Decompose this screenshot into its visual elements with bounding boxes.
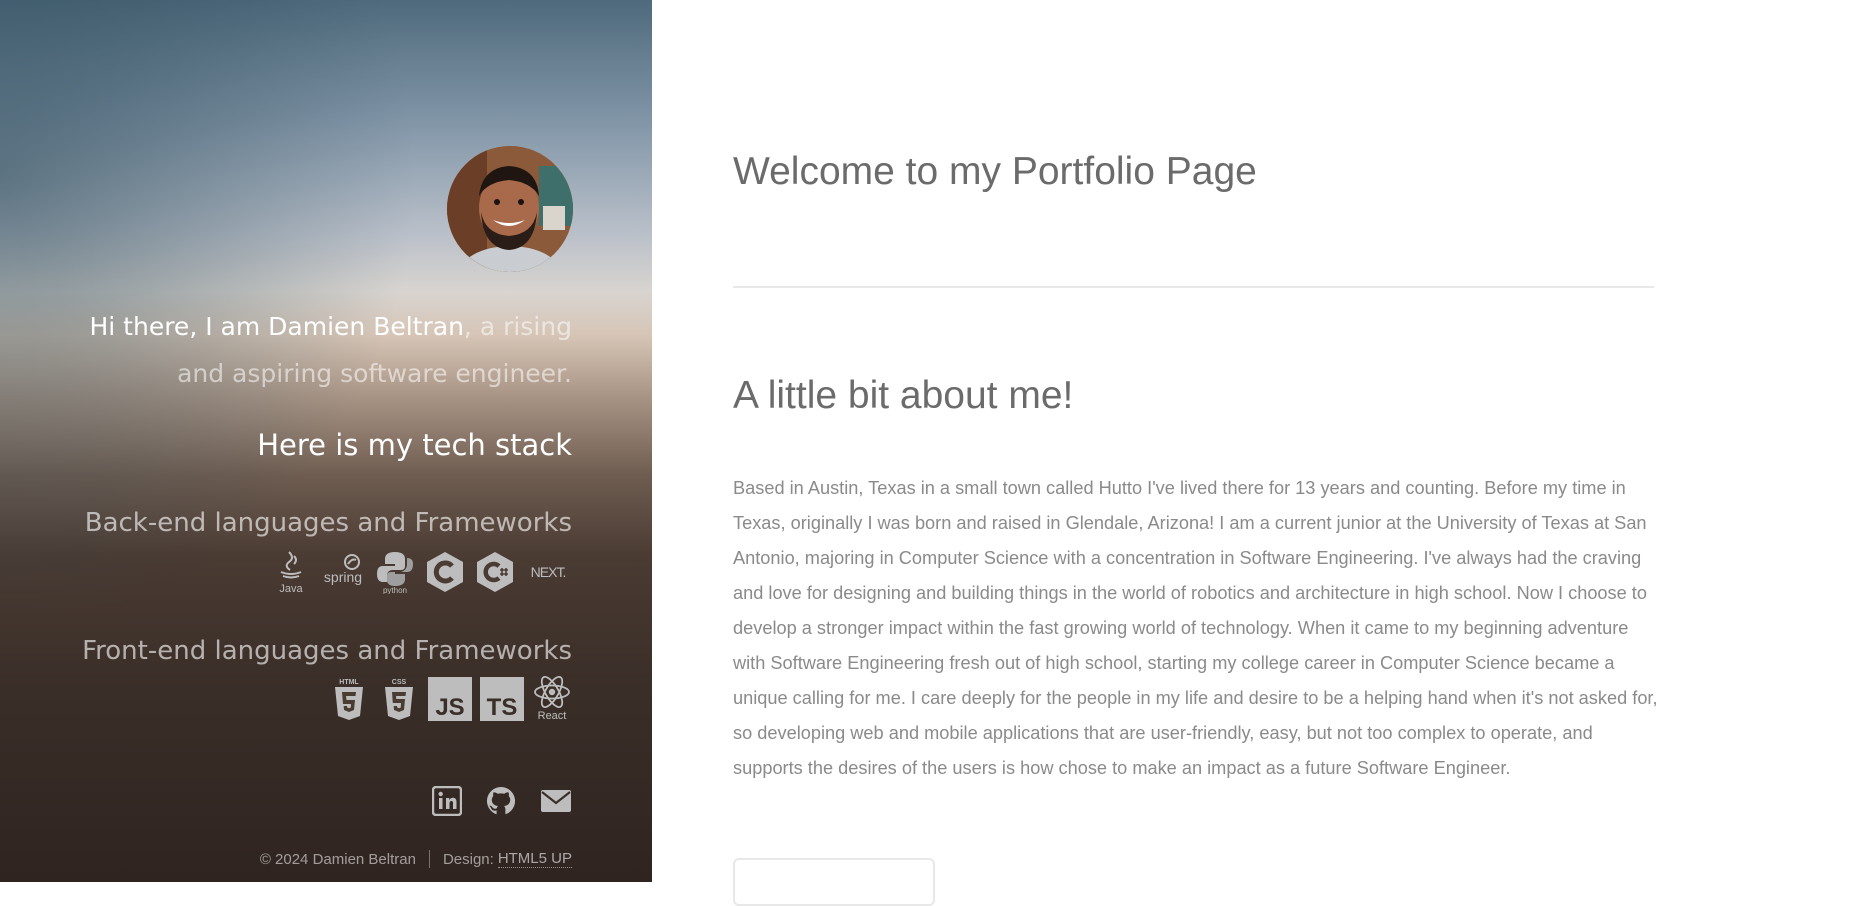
python-icon: python	[374, 550, 416, 594]
javascript-label: JS	[435, 694, 464, 721]
backend-heading: Back-end languages and Frameworks	[84, 508, 572, 538]
sidebar: Hi there, I am Damien Beltran, a rising …	[0, 0, 652, 882]
spring-label: spring	[324, 569, 362, 585]
main-content: Welcome to my Portfolio Page A little bi…	[652, 0, 1868, 906]
javascript-icon: JS	[428, 677, 472, 721]
about-paragraph: Based in Austin, Texas in a small town c…	[733, 478, 1658, 778]
spring-icon: spring	[320, 550, 366, 594]
copyright-text: © 2024 Damien Beltran	[259, 850, 416, 868]
html5-icon: HTML	[328, 677, 370, 721]
typescript-icon: TS	[480, 677, 524, 721]
avatar	[447, 146, 573, 272]
intro-text: Hi there, I am Damien Beltran, a rising …	[52, 303, 572, 397]
about-heading: A little bit about me!	[733, 374, 1074, 417]
intro-name: Hi there, I am Damien Beltran	[89, 312, 464, 341]
backend-icon-row: Java spring python NEXT.	[270, 549, 572, 595]
linkedin-icon[interactable]	[431, 785, 464, 818]
csharp-icon	[474, 550, 516, 594]
css3-icon: CSS	[378, 677, 420, 721]
github-icon[interactable]	[486, 786, 518, 818]
tech-stack-heading: Here is my tech stack	[257, 428, 572, 462]
react-label: React	[538, 710, 567, 722]
page-title: Welcome to my Portfolio Page	[733, 150, 1257, 193]
frontend-icon-row: HTML CSS JS TS React	[328, 675, 572, 723]
footer-copyright: © 2024 Damien Beltran Design: HTML5 UP	[260, 850, 572, 868]
footer-divider	[428, 850, 430, 868]
react-icon: React	[532, 676, 572, 722]
nextjs-icon: NEXT.	[524, 550, 572, 594]
css3-label: CSS	[392, 679, 407, 686]
section-divider	[733, 286, 1654, 288]
design-label: Design:	[442, 850, 494, 868]
typescript-label: TS	[487, 694, 518, 721]
design-credit-link[interactable]: HTML5 UP	[497, 850, 572, 868]
partial-button[interactable]	[733, 858, 935, 906]
java-icon: Java	[270, 550, 312, 594]
html5-label: HTML	[339, 679, 359, 686]
nextjs-label: NEXT.	[531, 564, 566, 580]
python-label: python	[383, 586, 407, 594]
java-label: Java	[279, 583, 303, 594]
frontend-heading: Front-end languages and Frameworks	[82, 636, 572, 666]
social-links	[431, 785, 572, 818]
email-icon[interactable]	[540, 786, 572, 818]
c-icon	[424, 550, 466, 594]
